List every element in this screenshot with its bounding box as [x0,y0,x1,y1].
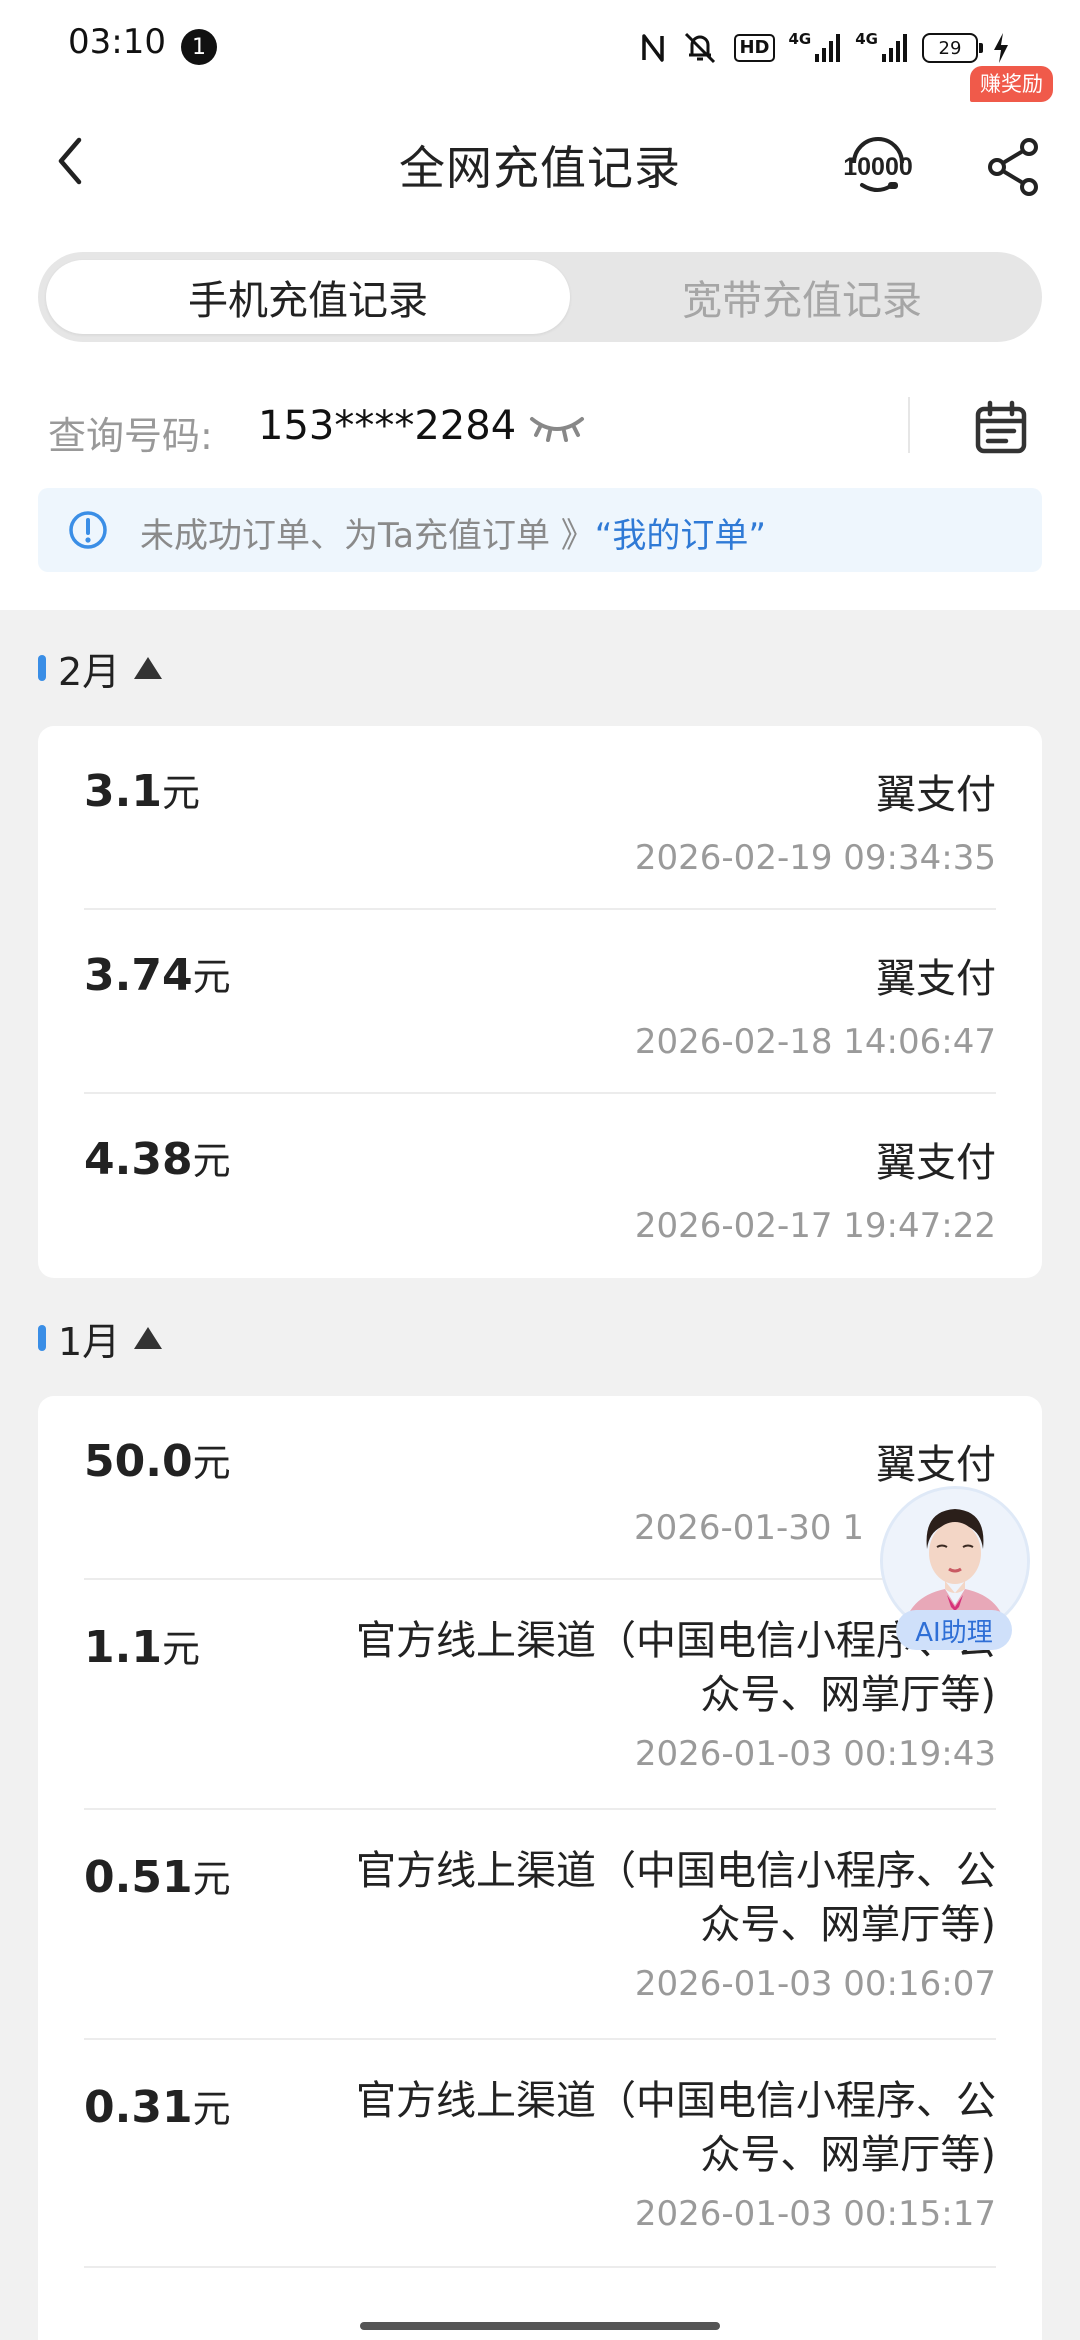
ai-assistant-label: AI助理 [896,1610,1012,1650]
record-item[interactable]: 0.31元 官方线上渠道（中国电信小程序、公众号、网掌厅等) 2026-01-0… [84,2074,996,2264]
status-time: 03:10 [68,22,166,62]
calendar-button[interactable] [968,395,1034,461]
mute-bell-icon [680,28,720,68]
tab-mobile-recharge[interactable]: 手机充值记录 [46,260,570,334]
record-payment-method: 翼支付 [876,956,996,1002]
customer-service-button[interactable]: 10000 [838,124,918,204]
record-time: 2026-01-03 00:16:07 [634,1964,996,2004]
record-time: 2026-01-30 1 [633,1508,864,1548]
record-divider [84,2266,996,2268]
divider [908,397,910,453]
battery-icon: 29 [922,28,983,68]
hd-icon: HD [734,28,775,68]
signal-icon-2: 4G [855,28,908,68]
record-time: 2026-02-19 09:34:35 [634,838,996,878]
collapse-triangle-icon [134,657,163,679]
record-payment-method: 官方线上渠道（中国电信小程序、公众号、网掌厅等) [356,2078,996,2178]
home-indicator[interactable] [360,2322,720,2330]
month-header-jan[interactable]: 1月 [38,1308,163,1368]
tab-broadband-recharge[interactable]: 宽带充值记录 [570,260,1034,334]
record-item[interactable]: 4.38元 翼支付 2026-02-17 19:47:22 [84,1130,996,1270]
notice-text: 未成功订单、为Ta充值订单 》“我的订单” [140,516,767,556]
record-time: 2026-02-18 14:06:47 [634,1022,996,1062]
query-number: 153****2284 [258,403,517,449]
collapse-triangle-icon [134,1327,163,1349]
record-amount: 3.1元 [84,766,200,817]
charging-icon [992,28,1010,68]
record-time: 2026-01-03 00:15:17 [634,2194,996,2234]
ai-assistant-button[interactable]: AI助理 [876,1486,1030,1656]
page-title: 全网充值记录 [399,141,681,195]
record-payment-method: 翼支付 [876,772,996,818]
share-button[interactable] [975,129,1050,204]
record-divider [84,908,996,910]
customer-service-10000-icon: 10000 [843,137,913,192]
record-divider [84,2038,996,2040]
signal-icon-1: 4G [789,28,842,68]
record-amount: 50.0元 [84,1436,231,1487]
month-label: 1月 [58,1319,121,1364]
record-item[interactable]: 3.74元 翼支付 2026-02-18 14:06:47 [84,946,996,1086]
record-amount: 4.38元 [84,1134,231,1185]
share-icon [987,137,1038,196]
record-divider [84,1808,996,1810]
month-accent-bar [38,655,46,681]
my-orders-link[interactable]: “我的订单” [595,516,766,556]
info-icon [69,511,107,549]
record-item[interactable]: 50.0元 翼支付 2026-01-30 1 [84,1432,996,1572]
reward-badge[interactable]: 赚奖励 [970,66,1053,102]
failed-order-notice[interactable]: 未成功订单、为Ta充值订单 》“我的订单” [38,488,1042,572]
record-time: 2026-01-03 00:19:43 [634,1734,996,1774]
record-type-tabs: 手机充值记录 宽带充值记录 [38,252,1042,342]
record-amount: 0.51元 [84,1852,231,1903]
record-payment-method: 翼支付 [876,1140,996,1186]
records-card-feb: 3.1元 翼支付 2026-02-19 09:34:35 3.74元 翼支付 2… [38,726,1042,1278]
status-bar: 03:10 1 HD 4G 4G 29 [0,0,1080,96]
record-payment-method: 翼支付 [876,1442,996,1488]
query-label: 查询号码: [48,414,213,458]
calendar-icon [975,400,1027,454]
record-item[interactable]: 1.1元 官方线上渠道（中国电信小程序、公众号、网掌厅等) 2026-01-03… [84,1614,996,1804]
record-item[interactable]: 0.51元 官方线上渠道（中国电信小程序、公众号、网掌厅等) 2026-01-0… [84,1844,996,2034]
record-payment-method: 官方线上渠道（中国电信小程序、公众号、网掌厅等) [356,1848,996,1948]
record-divider [84,1092,996,1094]
record-time: 2026-02-17 19:47:22 [634,1206,996,1246]
record-amount: 3.74元 [84,950,231,1001]
query-number-row: 查询号码: 153****2284 [48,395,1038,465]
record-item[interactable]: 3.1元 翼支付 2026-02-19 09:34:35 [84,762,996,902]
eye-closed-icon[interactable] [526,409,588,449]
month-accent-bar [38,1325,46,1351]
svg-text:10000: 10000 [843,153,913,181]
record-divider [84,1578,996,1580]
record-amount: 0.31元 [84,2082,231,2133]
month-header-feb[interactable]: 2月 [38,638,163,698]
notification-badge: 1 [181,29,217,65]
header: 全网充值记录 10000 赚奖励 [0,66,1080,236]
status-icons: HD 4G 4G 29 [640,26,1010,70]
nfc-icon [640,28,666,68]
record-amount: 1.1元 [84,1622,200,1673]
month-label: 2月 [58,649,121,694]
